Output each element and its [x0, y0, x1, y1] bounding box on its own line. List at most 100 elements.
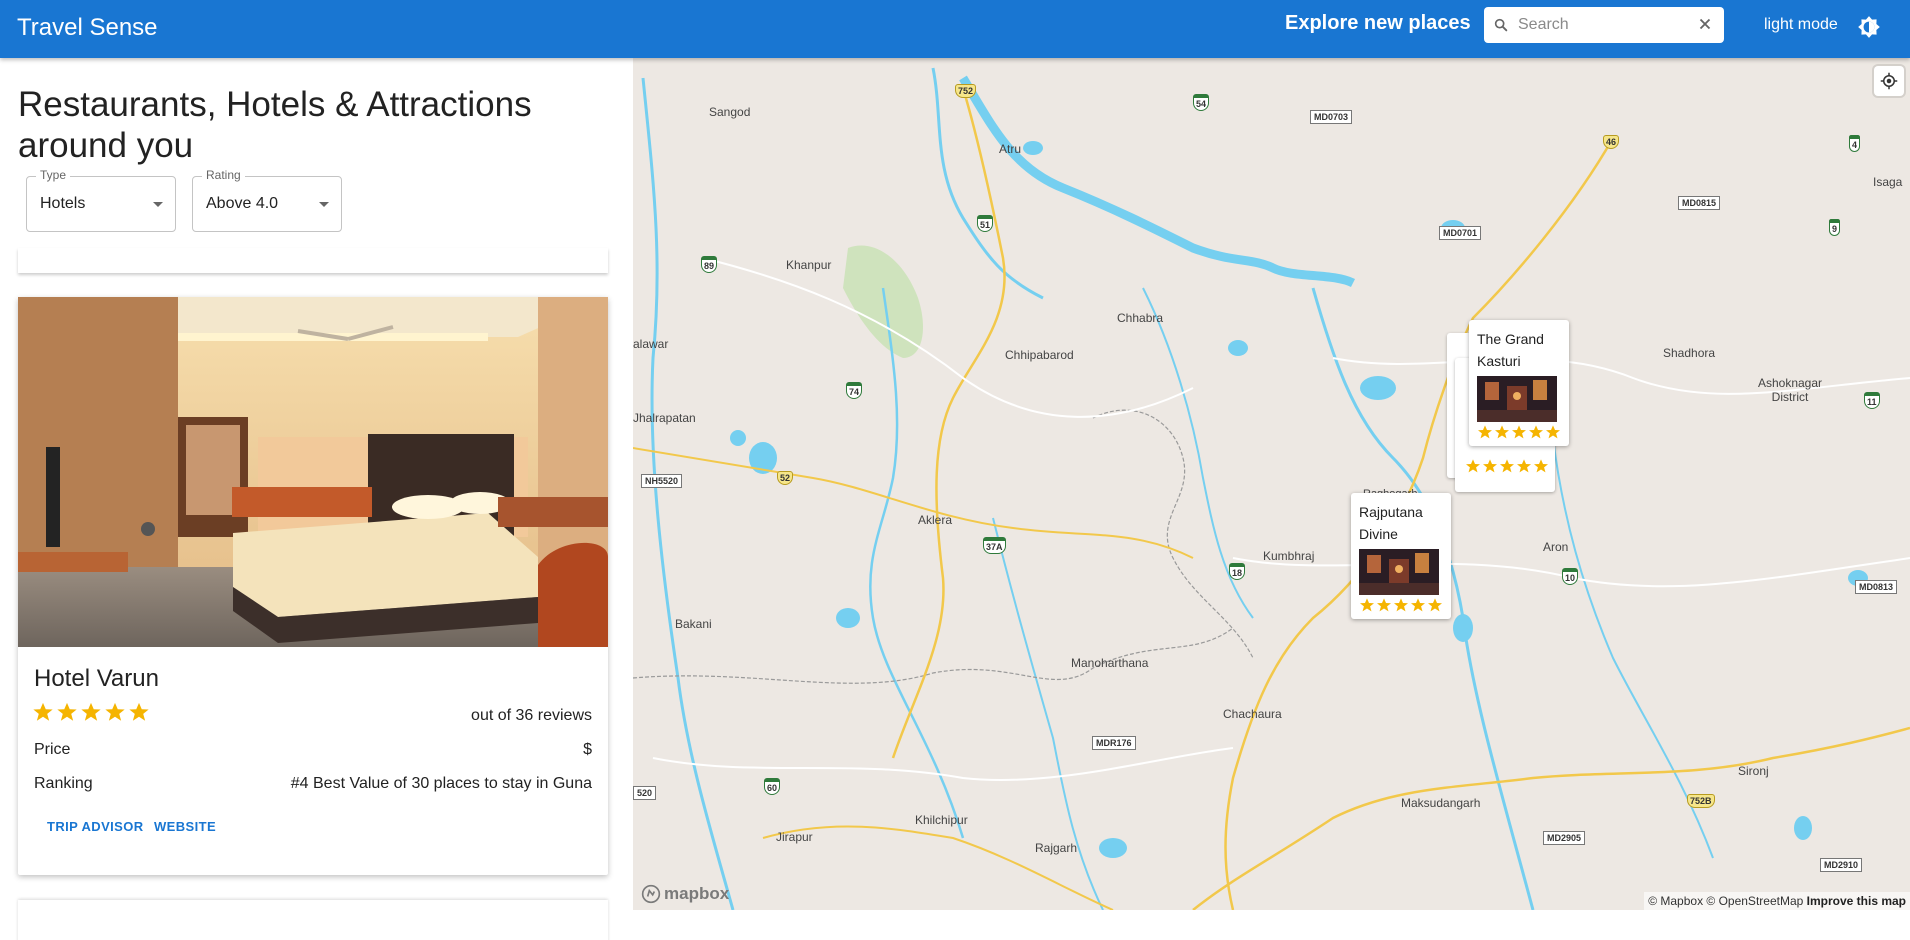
search-box[interactable] [1484, 7, 1724, 43]
road-shield: 89 [701, 256, 718, 273]
star-icon [1394, 598, 1408, 612]
website-button[interactable]: WEBSITE [154, 819, 216, 834]
place-label: Sangod [709, 105, 751, 119]
place-label: Maksudangarh [1401, 796, 1481, 810]
place-label: Atru [999, 142, 1022, 156]
marker-name: The Grand Kasturi [1477, 331, 1544, 369]
mapbox-icon [641, 884, 661, 904]
road-label: MD0813 [1855, 580, 1898, 594]
next-card [18, 900, 608, 940]
road-label: MD0815 [1678, 196, 1721, 210]
place-label: Khilchipur [915, 813, 968, 827]
ranking-label: Ranking [34, 775, 93, 792]
mapbox-logo[interactable]: mapbox [641, 884, 729, 904]
hotel-marker[interactable]: The Grand Kasturi [1469, 320, 1569, 446]
place-label: Bakani [675, 617, 712, 631]
road-shield: 752 [955, 84, 977, 98]
place-label: Jhalrapatan [633, 411, 696, 425]
star-icon [129, 702, 149, 721]
rating-select[interactable]: Rating Above 4.0 [192, 168, 342, 232]
results-panel: Restaurants, Hotels & Attractions around… [0, 58, 633, 940]
mode-label: light mode [1764, 16, 1838, 33]
rating-stars [32, 701, 150, 723]
hotel-card: Hotel Varun out of 36 reviews Price $ Ra… [18, 297, 608, 875]
place-label: Khanpur [786, 258, 832, 272]
ranking-value: #4 Best Value of 30 places to stay in Gu… [290, 775, 592, 792]
place-label: Aklera [918, 513, 953, 527]
place-label: Ashoknagar District [1757, 376, 1823, 404]
price-label: Price [34, 741, 71, 758]
star-icon [1517, 459, 1531, 473]
place-label: Kumbhraj [1263, 549, 1315, 563]
map[interactable]: Sangod Atru Khanpur Chhabra Chhipabarod … [633, 58, 1910, 910]
star-icon [105, 702, 125, 721]
marker-photo [1477, 376, 1557, 422]
price-value: $ [583, 741, 592, 758]
star-icon [1428, 598, 1442, 612]
hotel-name: Hotel Varun [34, 665, 159, 692]
road-label: NH5520 [641, 474, 683, 488]
mapbox-logo-text: mapbox [664, 884, 730, 903]
road-shield: 11 [1864, 392, 1880, 409]
road-shield: 9 [1829, 219, 1841, 236]
road-shield: 752B [1687, 794, 1715, 808]
search-icon [1484, 17, 1518, 33]
road-label: MD0701 [1439, 226, 1482, 240]
geolocate-button[interactable] [1874, 66, 1904, 96]
star-icon [1534, 459, 1548, 473]
type-select[interactable]: Type Hotels [26, 168, 176, 232]
marker-photo [1359, 549, 1439, 595]
place-label: alawar [633, 337, 669, 351]
star-icon [1377, 598, 1391, 612]
review-count: out of 36 reviews [471, 707, 592, 724]
star-icon [1529, 425, 1543, 439]
place-label: Rajgarh [1035, 841, 1078, 855]
explore-label: Explore new places [1285, 12, 1471, 34]
type-select-label: Type [36, 168, 71, 182]
place-label: Shadhora [1663, 346, 1716, 360]
previous-card [18, 248, 608, 273]
app-bar: Travel Sense Explore new places light mo… [0, 0, 1910, 58]
improve-map-link[interactable]: Improve this map [1807, 894, 1906, 908]
dropdown-arrow-icon [319, 202, 329, 207]
attribution-text[interactable]: © Mapbox © OpenStreetMap [1648, 894, 1803, 908]
star-icon [1495, 425, 1509, 439]
marker-rating [1359, 597, 1443, 613]
marker-rating [1477, 424, 1561, 440]
marker-name: Rajputana Divine [1359, 504, 1423, 542]
place-label: Isaga [1873, 175, 1903, 189]
road-label: MD2910 [1820, 858, 1863, 872]
search-input[interactable] [1518, 16, 1688, 34]
star-icon [1478, 425, 1492, 439]
crosshair-icon [1880, 72, 1898, 90]
star-icon [1466, 459, 1480, 473]
clear-icon[interactable] [1696, 15, 1714, 38]
app-title: Travel Sense [17, 14, 158, 41]
hotel-photo [18, 297, 608, 647]
dropdown-arrow-icon [153, 202, 163, 207]
road-label: MDR176 [1092, 736, 1136, 750]
page-title: Restaurants, Hotels & Attractions around… [18, 85, 532, 165]
type-select-value: Hotels [40, 195, 86, 212]
star-icon [1411, 598, 1425, 612]
place-label: Chhabra [1117, 311, 1164, 325]
hotel-marker[interactable]: Rajputana Divine [1351, 493, 1451, 619]
place-label: Chhipabarod [1005, 348, 1074, 362]
road-label: 520 [633, 786, 657, 800]
star-icon [1483, 459, 1497, 473]
road-shield: 37A [983, 537, 1006, 554]
place-label: Manoharthana [1071, 656, 1149, 670]
map-attribution: © Mapbox © OpenStreetMap Improve this ma… [1644, 892, 1910, 910]
road-label: MD0703 [1310, 110, 1353, 124]
road-shield: 51 [977, 215, 994, 232]
road-shield: 18 [1229, 563, 1246, 580]
road-shield: 60 [764, 778, 781, 795]
trip-advisor-button[interactable]: TRIP ADVISOR [47, 819, 144, 834]
road-shield: 74 [846, 382, 863, 399]
road-shield: 4 [1849, 135, 1861, 152]
brightness-icon[interactable] [1856, 14, 1882, 40]
star-icon [81, 702, 101, 721]
place-label: Chachaura [1223, 707, 1282, 721]
place-label: Jirapur [776, 830, 813, 844]
rating-select-value: Above 4.0 [206, 195, 279, 212]
